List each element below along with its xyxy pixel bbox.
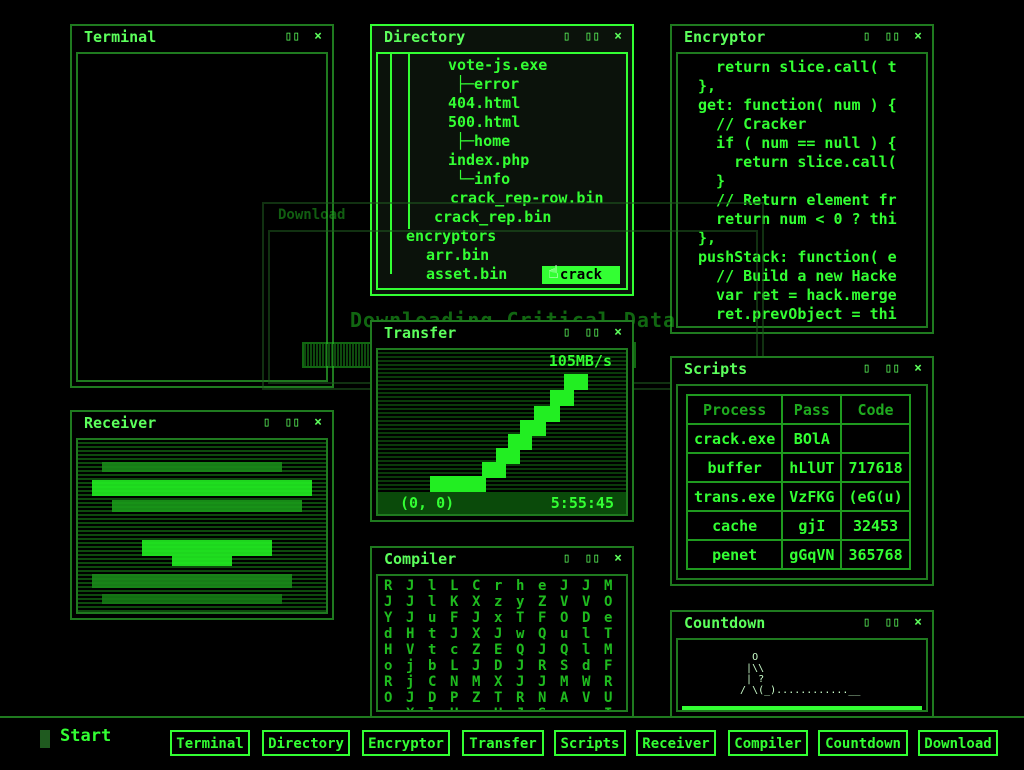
dir-item[interactable]: 500.html — [448, 113, 520, 131]
taskbar-encryptor[interactable]: Encryptor — [362, 730, 450, 756]
window-controls: ▯ ▯▯ × — [549, 322, 622, 344]
close-icon[interactable]: × — [614, 551, 622, 566]
close-icon[interactable]: × — [914, 615, 922, 630]
maximize-icon[interactable]: ▯▯ — [285, 29, 301, 44]
dir-item[interactable]: vote-js.exe — [448, 56, 547, 74]
transfer-graph: 105MB/s (0, 0) 5:55:45 — [376, 348, 628, 516]
compiler-window[interactable]: Compiler ▯▯▯× RJYdHoROyhJJJHVjjJXxallutt… — [370, 546, 634, 718]
taskbar-transfer[interactable]: Transfer — [462, 730, 544, 756]
minimize-icon[interactable]: ▯ — [563, 29, 571, 44]
taskbar-download[interactable]: Download — [918, 730, 998, 756]
maximize-icon[interactable]: ▯▯ — [885, 29, 901, 44]
matrix-column: CXJXZJMZoI — [472, 578, 481, 710]
matrix-column: JVOuQSMAsxe — [560, 578, 569, 710]
taskbar-terminal[interactable]: Terminal — [170, 730, 250, 756]
minimize-icon[interactable]: ▯ — [863, 29, 871, 44]
hand-cursor-icon: ☝ — [548, 262, 559, 283]
matrix-column: RJYdHoROyh — [384, 578, 393, 710]
transfer-window[interactable]: Transfer ▯ ▯▯ × 105MB/s (0, 0) 5:55:45 — [370, 320, 634, 522]
receiver-image — [92, 462, 312, 604]
minimize-icon[interactable]: ▯ — [563, 551, 571, 566]
transfer-time: 5:55:45 — [550, 494, 614, 512]
maximize-icon[interactable]: ▯▯ — [585, 325, 601, 340]
table-row[interactable]: crack.exe BOlA — [685, 423, 911, 454]
window-controls: ▯ ▯▯ × — [249, 412, 322, 434]
matrix-column: rzxJEDXTU — [494, 578, 503, 710]
transfer-status-bar: (0, 0) 5:55:45 — [378, 492, 626, 514]
window-title: Transfer ▯ ▯▯ × — [384, 322, 622, 344]
receiver-signal — [76, 438, 328, 614]
dir-item[interactable]: └─info — [456, 170, 510, 188]
taskbar-compiler[interactable]: Compiler — [728, 730, 808, 756]
window-controls: ▯ ▯▯ × — [549, 26, 622, 48]
table-header: Code — [840, 394, 911, 425]
countdown-art: O |\\ | ? / \(_)............__ — [740, 652, 861, 696]
window-title: Compiler ▯ ▯▯ × — [384, 548, 622, 570]
close-icon[interactable]: × — [314, 29, 322, 44]
window-controls: ▯▯ × — [271, 26, 322, 48]
matrix-column: eZFQJRJNS — [538, 578, 547, 710]
table-row[interactable]: cache gjI 32453 — [685, 510, 911, 541]
minimize-icon[interactable]: ▯ — [563, 325, 571, 340]
table-row[interactable]: trans.exe VzFKG (eG(u) — [685, 481, 911, 512]
compiler-matrix: RJYdHoROyh JJJHVjjJXxa lluttbCDlp LKFJcLNPU… — [376, 574, 628, 712]
minimize-icon[interactable]: ▯ — [863, 615, 871, 630]
matrix-column: JVDlldWVv — [582, 578, 591, 710]
maximize-icon[interactable]: ▯▯ — [285, 415, 301, 430]
scripts-window[interactable]: Scripts ▯ ▯▯ × Process Pass Code crack.exe BO… — [670, 356, 934, 586]
window-controls: ▯ ▯▯ × — [849, 358, 922, 380]
minimize-icon[interactable]: ▯ — [863, 361, 871, 376]
taskbar-directory[interactable]: Directory — [262, 730, 350, 756]
matrix-column: JJJHVjjJXxa — [406, 578, 415, 710]
maximize-icon[interactable]: ▯▯ — [885, 615, 901, 630]
dir-item[interactable]: index.php — [448, 151, 529, 169]
maximize-icon[interactable]: ▯▯ — [585, 29, 601, 44]
table-header: Process — [685, 394, 784, 425]
transfer-steps — [430, 374, 588, 492]
close-icon[interactable]: × — [914, 361, 922, 376]
window-title: Receiver ▯ ▯▯ × — [84, 412, 322, 434]
taskbar-scripts[interactable]: Scripts — [554, 730, 626, 756]
dir-item[interactable]: ├─home — [456, 132, 510, 150]
close-icon[interactable]: × — [614, 29, 622, 44]
window-controls: ▯ ▯▯ × — [549, 548, 622, 570]
close-icon[interactable]: × — [314, 415, 322, 430]
scripts-table: Process Pass Code crack.exe BOlA buffer hLlU… — [685, 394, 911, 570]
maximize-icon[interactable]: ▯▯ — [885, 361, 901, 376]
close-icon[interactable]: × — [914, 29, 922, 44]
start-button[interactable]: Start — [60, 726, 111, 746]
close-icon[interactable]: × — [614, 325, 622, 340]
maximize-icon[interactable]: ▯▯ — [585, 551, 601, 566]
table-header: Pass — [781, 394, 843, 425]
dir-item[interactable]: 404.html — [448, 94, 520, 112]
window-controls: ▯ ▯▯ × — [849, 612, 922, 634]
matrix-column: LKFJcLNPUN — [450, 578, 459, 710]
table-row[interactable]: penet gGqVN 365768 — [685, 539, 911, 570]
window-title: Directory ▯ ▯▯ × — [384, 26, 622, 48]
window-title: Download — [278, 207, 346, 223]
window-title: Scripts ▯ ▯▯ × — [684, 358, 922, 380]
transfer-coords: (0, 0) — [400, 494, 455, 512]
minimize-icon[interactable]: ▯ — [263, 415, 271, 430]
start-icon — [40, 730, 50, 748]
window-title: Countdown ▯ ▯▯ × — [684, 612, 922, 634]
dir-item[interactable]: ├─error — [456, 75, 519, 93]
window-controls: ▯ ▯▯ × — [849, 26, 922, 48]
countdown-body: O |\\ | ? / \(_)............__ — [676, 638, 928, 712]
receiver-window[interactable]: Receiver ▯ ▯▯ × — [70, 410, 334, 620]
taskbar-receiver[interactable]: Receiver — [636, 730, 716, 756]
matrix-column: hyTwQJJRJNS — [516, 578, 525, 710]
taskbar: Start Terminal Directory Encryptor Trans… — [0, 716, 1024, 770]
matrix-column: lluttbCDlp — [428, 578, 437, 710]
table-row[interactable]: buffer hLlUT 717618 — [685, 452, 911, 483]
countdown-bar — [682, 706, 922, 710]
countdown-window[interactable]: Countdown ▯ ▯▯ × O |\\ | ? / \(_).........… — [670, 610, 934, 718]
window-title: Encryptor ▯ ▯▯ × — [684, 26, 922, 48]
taskbar-countdown[interactable]: Countdown — [818, 730, 908, 756]
matrix-column: MOeTMFRUIDt — [604, 578, 613, 710]
window-title: Terminal ▯▯ × — [84, 26, 322, 48]
